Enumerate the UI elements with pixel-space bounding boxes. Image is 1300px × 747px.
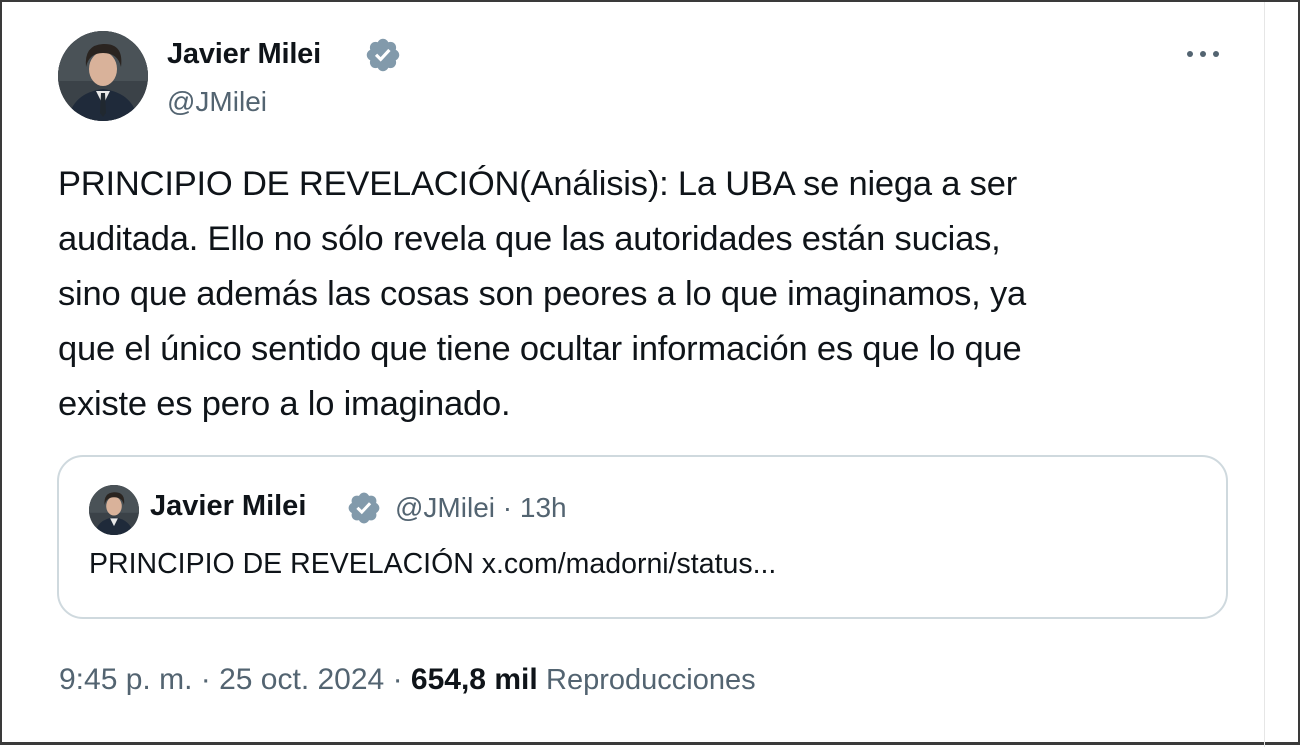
quoted-handle: @JMilei <box>395 492 495 523</box>
quoted-tweet-card[interactable]: Javier Milei @JMilei · 13h PRINCIPIO DE … <box>57 455 1228 619</box>
quoted-author-avatar[interactable] <box>89 485 139 535</box>
author-handle[interactable]: @JMilei <box>167 86 267 118</box>
tweet-meta: 9:45 p. m. · 25 oct. 2024 · 654,8 mil Re… <box>59 663 756 697</box>
divider <box>1264 2 1265 747</box>
tweet-text-line: que el único sentido que tiene ocultar i… <box>58 330 1022 368</box>
tweet-text-line: sino que además las cosas son peores a l… <box>58 275 1026 313</box>
screenshot-frame: Javier Milei @JMilei PRINCIPIO DE REVELA… <box>0 0 1300 747</box>
tweet-text-line: existe es pero a lo imaginado. <box>58 385 511 423</box>
quoted-time[interactable]: 13h <box>520 492 567 523</box>
quoted-tweet-text: PRINCIPIO DE REVELACIÓN x.com/madorni/st… <box>89 548 777 580</box>
author-avatar[interactable] <box>58 31 148 121</box>
more-horizontal-icon[interactable] <box>1182 42 1226 66</box>
separator: · <box>502 492 513 523</box>
tweet-text-line: PRINCIPIO DE REVELACIÓN(Análisis): La UB… <box>58 165 1017 203</box>
quoted-author-name: Javier Milei <box>150 490 307 522</box>
tweet-text-line: auditada. Ello no sólo revela que las au… <box>58 220 1001 258</box>
verified-badge-icon <box>346 490 382 526</box>
author-name[interactable]: Javier Milei <box>167 38 321 71</box>
views-label: Reproducciones <box>546 664 756 696</box>
separator: · <box>392 663 403 696</box>
views-count: 654,8 mil <box>410 663 538 696</box>
separator: · <box>200 663 211 696</box>
tweet-time[interactable]: 9:45 p. m. <box>59 663 192 696</box>
tweet-date[interactable]: 25 oct. 2024 <box>219 663 384 696</box>
verified-badge-icon <box>364 36 402 74</box>
quoted-author-handle-time: @JMilei · 13h <box>395 492 567 524</box>
tweet-text: PRINCIPIO DE REVELACIÓN(Análisis): La UB… <box>58 157 1238 432</box>
